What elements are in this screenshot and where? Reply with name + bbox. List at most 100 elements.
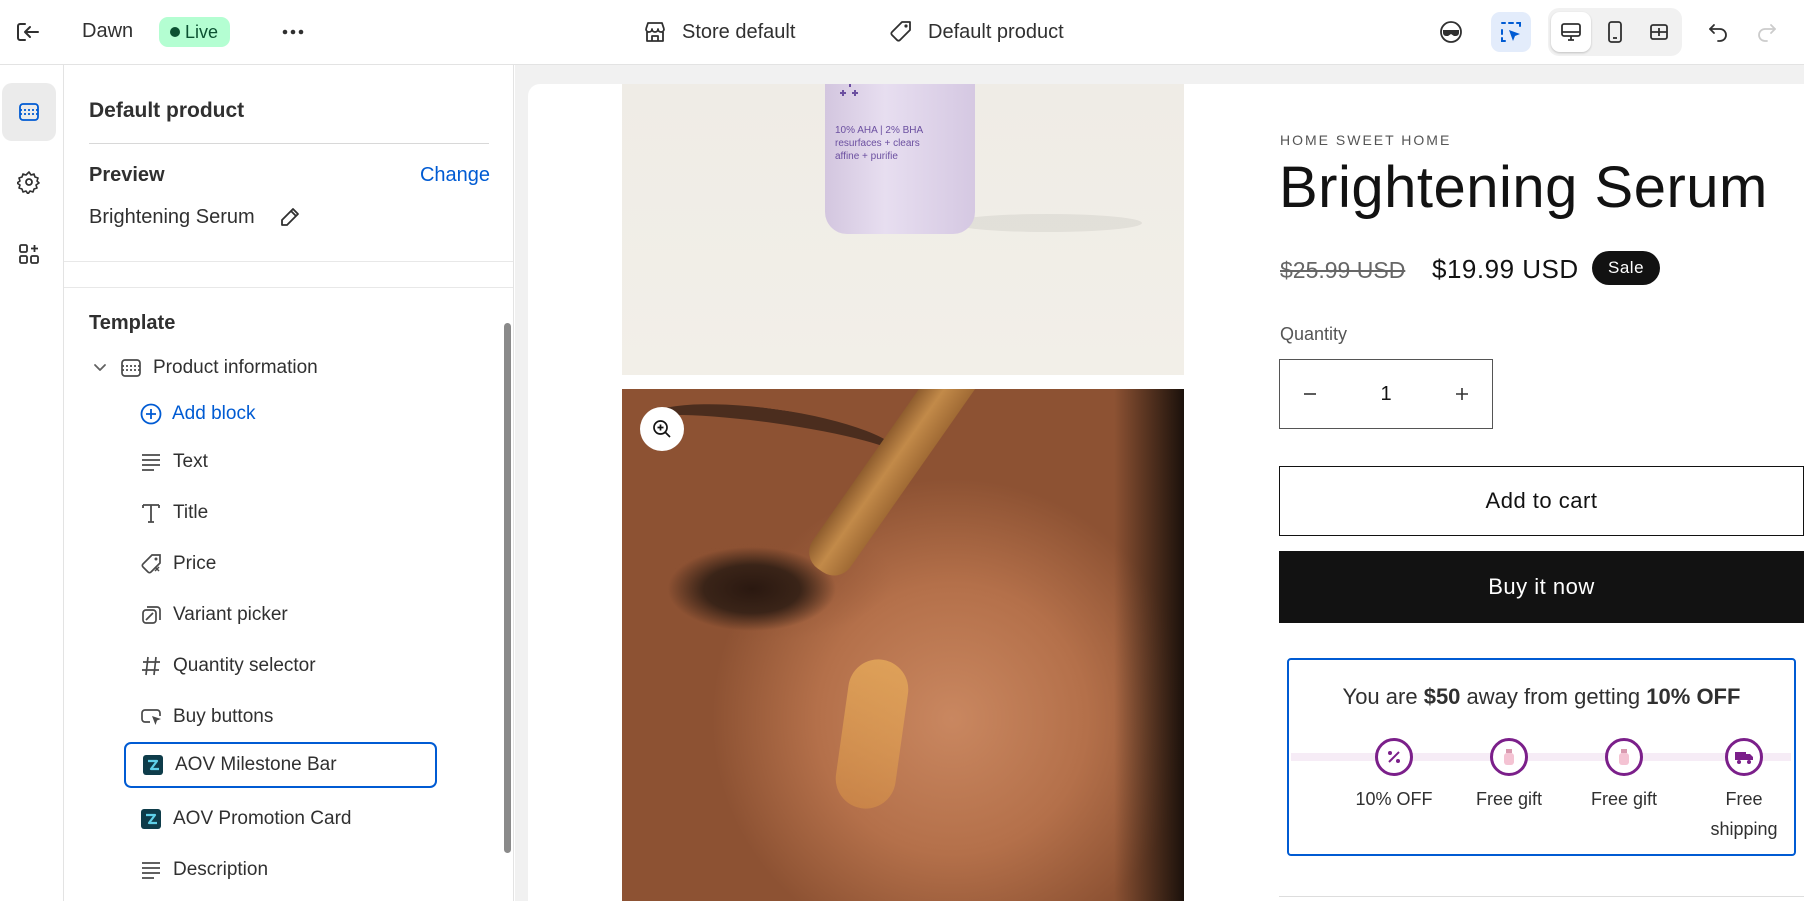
- edit-pencil-icon[interactable]: [278, 205, 302, 229]
- buy-it-now-button[interactable]: Buy it now: [1279, 551, 1804, 623]
- template-context-label: Default product: [928, 20, 1064, 43]
- product-image-face-dropper: [622, 389, 1184, 901]
- inspector-select-icon[interactable]: [1491, 12, 1531, 52]
- fullscreen-view-icon[interactable]: [1639, 12, 1679, 52]
- percent-icon: [1375, 738, 1413, 776]
- plus-icon: [1456, 388, 1468, 400]
- mobile-view-icon[interactable]: [1595, 12, 1635, 52]
- block-item-aov-milestone-bar[interactable]: AOV Milestone Bar: [124, 742, 437, 788]
- milestone-item: Free gift: [1574, 738, 1674, 814]
- sparkle-logo-icon: [840, 84, 858, 96]
- tag-icon: [890, 21, 911, 42]
- text-lines-icon: [139, 858, 163, 882]
- divider: [89, 143, 489, 144]
- serum-drip: [831, 655, 913, 813]
- block-item-price[interactable]: Price: [124, 542, 437, 586]
- block-label: AOV Milestone Bar: [175, 754, 337, 775]
- sale-price: $19.99 USD: [1432, 254, 1579, 284]
- compare-at-price: $25.99 USD: [1280, 257, 1406, 283]
- store-icon: [645, 22, 665, 42]
- exit-icon[interactable]: [14, 20, 42, 44]
- editor-nav-rail: [0, 65, 64, 901]
- gift-bottle-icon: [1490, 738, 1528, 776]
- divider: [64, 287, 513, 288]
- aov-message-amount: $50: [1423, 684, 1461, 709]
- undo-icon[interactable]: [1698, 12, 1738, 52]
- add-block-label: Add block: [172, 403, 256, 424]
- divider: [1279, 896, 1804, 897]
- aov-message-reward: 10% OFF: [1646, 684, 1741, 709]
- milestone-label: 10% OFF: [1355, 789, 1433, 809]
- chevron-down-icon[interactable]: [89, 357, 111, 379]
- sidebar-scrollbar[interactable]: [504, 323, 511, 853]
- zoom-button[interactable]: [640, 407, 684, 451]
- block-label: AOV Promotion Card: [173, 808, 352, 829]
- store-context-selector[interactable]: Store default: [642, 18, 795, 46]
- milestone-item: 10% OFF: [1344, 738, 1444, 814]
- block-label: Text: [173, 451, 208, 472]
- template-context-selector[interactable]: Default product: [888, 18, 1064, 46]
- add-to-cart-button[interactable]: Add to cart: [1279, 466, 1804, 536]
- apps-icon[interactable]: [2, 225, 56, 283]
- app-logo-icon: [141, 753, 165, 777]
- title-t-icon: [139, 501, 163, 525]
- aov-message-middle: away from getting: [1460, 684, 1647, 709]
- product-image-bottle: 10% AHA | 2% BHA resurfaces + clears aff…: [622, 84, 1184, 375]
- app-logo-icon: [139, 807, 163, 831]
- block-item-buy-buttons[interactable]: Buy buttons: [124, 695, 437, 739]
- live-status-badge: Live: [159, 17, 231, 47]
- desktop-view-icon[interactable]: [1551, 12, 1591, 52]
- editor-topbar: Dawn Live Store default Default product: [0, 0, 1804, 65]
- bottle-shadow: [952, 214, 1142, 232]
- theme-settings-icon[interactable]: [2, 153, 56, 211]
- theme-name: Dawn: [82, 20, 134, 42]
- block-item-description[interactable]: Description: [124, 848, 437, 892]
- more-actions-icon[interactable]: [278, 20, 308, 44]
- gift-bottle-icon: [1605, 738, 1643, 776]
- variant-icon: [139, 603, 163, 627]
- sidebar-title: Default product: [89, 99, 245, 122]
- redo-icon[interactable]: [1747, 12, 1787, 52]
- face-shadow: [1114, 389, 1184, 901]
- viewport-toggle-group: [1548, 8, 1682, 56]
- block-item-aov-promotion-card[interactable]: AOV Promotion Card: [124, 797, 437, 841]
- block-item-quantity-selector[interactable]: Quantity selector: [124, 644, 437, 688]
- divider: [64, 261, 513, 262]
- aov-milestone-bar[interactable]: You are $50 away from getting 10% OFF 10…: [1287, 658, 1796, 856]
- block-item-variant-picker[interactable]: Variant picker: [124, 593, 437, 637]
- block-label: Variant picker: [173, 604, 288, 625]
- preview-label: Preview: [89, 164, 165, 186]
- milestone-item: Free gift: [1459, 738, 1559, 814]
- cursor-window-icon: [139, 705, 163, 729]
- dropper: [801, 389, 994, 584]
- block-item-title[interactable]: Title: [124, 491, 437, 535]
- sale-badge: Sale: [1592, 251, 1661, 285]
- block-item-text[interactable]: Text: [124, 440, 437, 484]
- add-block-button[interactable]: Add block: [139, 401, 255, 427]
- milestone-item: Free shipping: [1694, 738, 1794, 844]
- sections-sidebar: Default product Preview Change Brighteni…: [64, 65, 514, 901]
- live-dot-icon: [170, 27, 180, 37]
- product-vendor: HOME SWEET HOME: [1280, 132, 1452, 148]
- decrease-quantity-button[interactable]: [1280, 360, 1340, 428]
- truck-icon: [1725, 738, 1763, 776]
- increase-quantity-button[interactable]: [1432, 360, 1492, 428]
- section-product-information[interactable]: Product information: [89, 354, 318, 382]
- price-tag-icon: [139, 552, 163, 576]
- quantity-label: Quantity: [1280, 324, 1348, 344]
- quantity-input[interactable]: 1: [1340, 360, 1432, 428]
- aov-message-prefix: You are: [1342, 684, 1424, 709]
- block-label: Price: [173, 553, 217, 574]
- template-heading: Template: [89, 312, 176, 334]
- sections-icon[interactable]: [2, 83, 56, 141]
- hash-icon: [139, 654, 163, 678]
- bottle-label: 10% AHA | 2% BHA resurfaces + clears aff…: [835, 125, 924, 162]
- serum-bottle: 10% AHA | 2% BHA resurfaces + clears aff…: [825, 84, 975, 234]
- section-layout-icon: [121, 359, 141, 377]
- storefront-preview: 10% AHA | 2% BHA resurfaces + clears aff…: [528, 84, 1804, 901]
- milestone-label: Free gift: [1475, 789, 1543, 809]
- change-preview-link[interactable]: Change: [420, 164, 490, 187]
- block-label: Quantity selector: [173, 655, 316, 676]
- accessibility-inspector-icon[interactable]: [1431, 12, 1471, 52]
- quantity-stepper: 1: [1279, 359, 1493, 429]
